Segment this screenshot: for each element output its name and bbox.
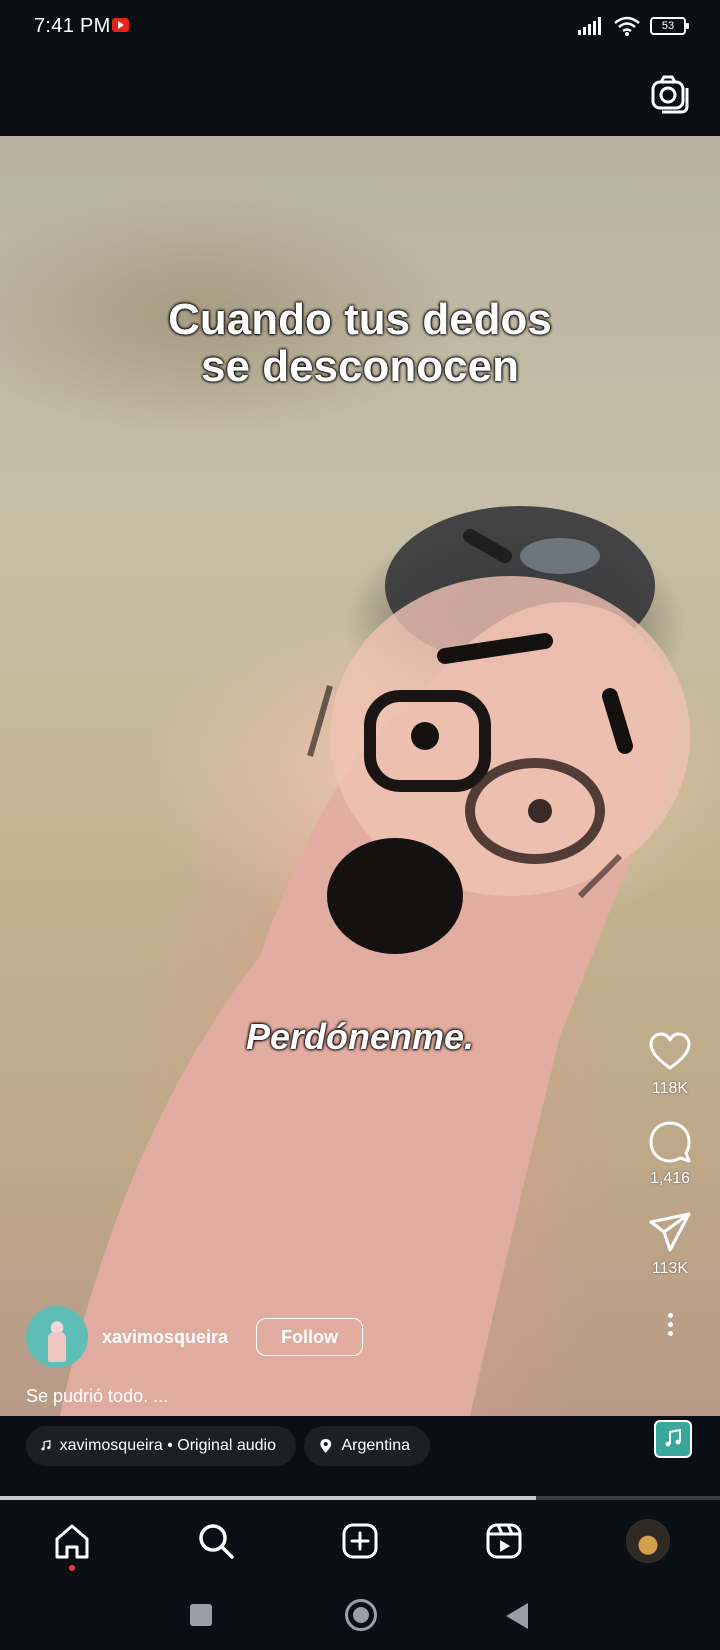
nav-search[interactable] xyxy=(144,1500,288,1582)
reel-video[interactable]: Cuando tus dedos se desconocen Perdónenm… xyxy=(0,136,720,1416)
top-bar xyxy=(0,54,720,136)
like-count: 118K xyxy=(651,1080,689,1097)
comment-icon[interactable] xyxy=(648,1120,692,1164)
nav-home[interactable] xyxy=(0,1500,144,1582)
share-action[interactable]: 113K xyxy=(648,1210,692,1278)
music-note-icon xyxy=(41,1440,51,1451)
send-icon[interactable] xyxy=(648,1210,692,1254)
action-column: 118K 1,416 113K xyxy=(640,1030,700,1342)
video-caption-line-2: se desconocen xyxy=(201,342,519,391)
youtube-notification-icon xyxy=(112,18,129,32)
author-username[interactable]: xavimosqueira xyxy=(102,1327,228,1348)
signal-icon xyxy=(578,17,601,35)
home-notification-dot xyxy=(69,1565,75,1571)
follow-button[interactable]: Follow xyxy=(256,1318,364,1356)
nav-profile[interactable] xyxy=(576,1500,720,1582)
audio-label: xavimosqueira • Original audio xyxy=(59,1437,276,1454)
location-pin-icon xyxy=(320,1439,332,1453)
search-icon[interactable] xyxy=(196,1521,236,1561)
bottom-nav xyxy=(0,1500,720,1582)
video-caption-top: Cuando tus dedos se desconocen xyxy=(0,296,720,390)
author-row: xavimosqueira Follow xyxy=(26,1306,364,1368)
audio-thumbnail[interactable] xyxy=(654,1420,692,1458)
recents-button[interactable] xyxy=(190,1604,212,1626)
comment-count: 1,416 xyxy=(649,1170,691,1187)
battery-icon: 53 xyxy=(650,17,689,35)
more-icon[interactable] xyxy=(650,1306,690,1342)
home-button[interactable] xyxy=(345,1599,377,1631)
back-button[interactable] xyxy=(506,1603,528,1629)
share-count: 113K xyxy=(651,1260,689,1277)
comment-action[interactable]: 1,416 xyxy=(648,1120,692,1188)
status-time: 7:41 PM xyxy=(34,15,111,37)
video-caption-line-1: Cuando tus dedos xyxy=(168,295,552,344)
post-caption[interactable]: Se pudrió todo. ... xyxy=(26,1386,168,1407)
location-pill[interactable]: Argentina xyxy=(304,1426,430,1466)
create-icon[interactable] xyxy=(340,1521,380,1561)
info-strip: xavimosqueira • Original audio Argentina xyxy=(0,1416,720,1496)
nav-reels[interactable] xyxy=(432,1500,576,1582)
author-avatar[interactable] xyxy=(26,1306,88,1368)
home-icon[interactable] xyxy=(52,1521,92,1561)
like-action[interactable]: 118K xyxy=(648,1030,692,1098)
nav-create[interactable] xyxy=(288,1500,432,1582)
location-label: Argentina xyxy=(341,1437,411,1454)
android-nav-bar xyxy=(0,1582,720,1650)
status-bar: 7:41 PM 53 xyxy=(0,0,720,54)
heart-icon[interactable] xyxy=(648,1030,692,1074)
camera-icon[interactable] xyxy=(650,74,690,114)
profile-avatar[interactable] xyxy=(626,1519,670,1563)
audio-pill[interactable]: xavimosqueira • Original audio xyxy=(26,1426,296,1466)
video-caption-mid: Perdónenme. xyxy=(245,1016,475,1057)
music-note-icon xyxy=(665,1429,681,1447)
reels-icon[interactable] xyxy=(484,1521,524,1561)
wifi-icon xyxy=(614,16,640,36)
status-icons: 53 xyxy=(578,16,689,36)
